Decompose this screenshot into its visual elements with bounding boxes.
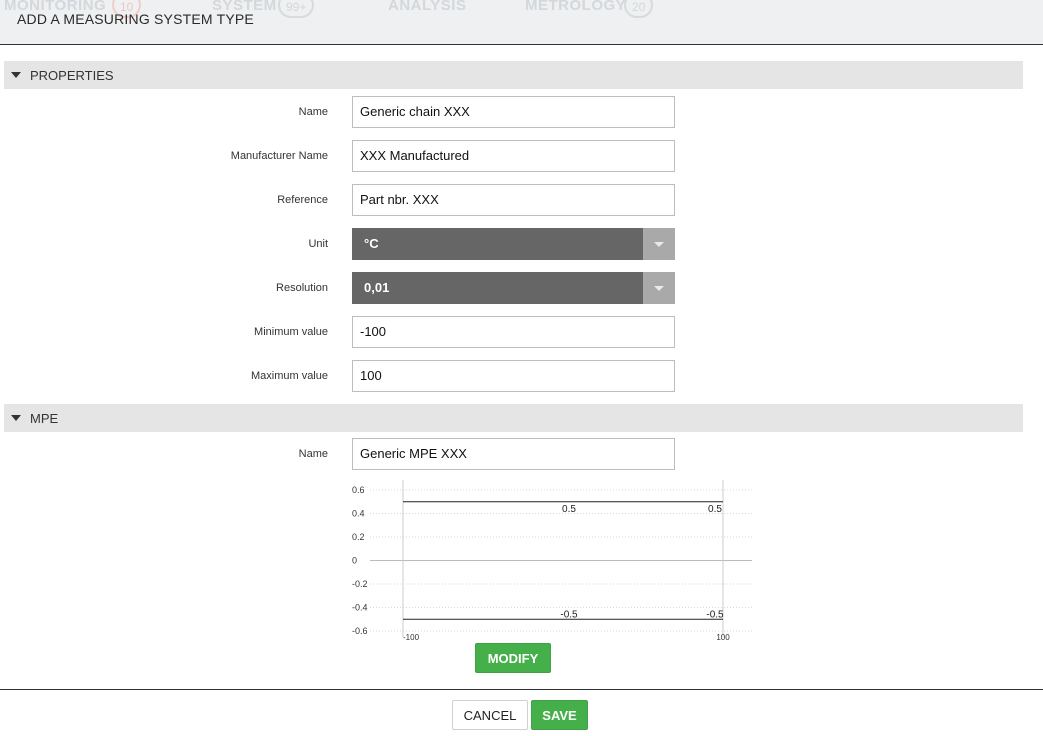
manufacturer-label: Manufacturer Name — [230, 150, 328, 162]
mpe-chart-svg: 0.6 0.4 0.2 0 -0.2 -0.4 -0.6 -100 100 0.5 0.5 -0.5 -… — [352, 480, 752, 642]
maximum-row: Maximum value 100 — [0, 360, 1043, 392]
resolution-select[interactable]: 0,01 — [352, 272, 675, 304]
y-tick-label: 0.4 — [352, 509, 365, 519]
reference-label: Reference — [277, 194, 328, 206]
data-label: -0.5 — [560, 609, 578, 620]
data-label: 0.5 — [562, 504, 576, 515]
bg-nav-system-badge: 99+ — [278, 0, 315, 18]
maximum-input[interactable]: 100 — [352, 360, 675, 392]
data-label: -0.5 — [706, 609, 724, 620]
unit-select[interactable]: °C — [352, 228, 675, 260]
minimum-label: Minimum value — [254, 326, 328, 338]
y-tick-label: -0.6 — [352, 626, 368, 636]
resolution-label: Resolution — [276, 282, 328, 294]
resolution-row: Resolution 0,01 — [0, 272, 1043, 304]
unit-select-value: °C — [364, 236, 379, 251]
footer-divider — [0, 689, 1043, 690]
caret-down-icon — [11, 415, 21, 421]
chevron-down-icon[interactable] — [643, 272, 675, 304]
name-label: Name — [298, 106, 328, 118]
bg-nav-analysis: ANALYSIS — [388, 0, 467, 14]
reference-row: Reference Part nbr. XXX — [0, 184, 1043, 216]
mpe-section-header[interactable]: MPE — [4, 404, 1023, 432]
manufacturer-row: Manufacturer Name XXX Manufactured — [0, 140, 1043, 172]
y-tick-label: -0.2 — [352, 579, 368, 589]
save-button[interactable]: SAVE — [531, 700, 588, 730]
bg-nav-metrology-badge: 20 — [624, 0, 654, 18]
unit-row: Unit °C — [0, 228, 1043, 260]
minimum-row: Minimum value -100 — [0, 316, 1043, 348]
mpe-name-input[interactable]: Generic MPE XXX — [352, 438, 675, 470]
properties-section-label: PROPERTIES — [30, 67, 114, 83]
maximum-label: Maximum value — [250, 370, 328, 382]
caret-down-icon — [11, 72, 21, 78]
title-divider — [0, 44, 1043, 45]
x-tick-label: 100 — [716, 633, 730, 642]
y-tick-label: 0 — [352, 556, 357, 566]
data-label: 0.5 — [708, 504, 722, 515]
unit-label: Unit — [308, 238, 328, 250]
resolution-select-value: 0,01 — [364, 280, 390, 295]
cancel-button[interactable]: CANCEL — [452, 700, 528, 730]
y-tick-label: 0.2 — [352, 532, 365, 542]
mpe-name-row: Name Generic MPE XXX — [0, 438, 1043, 470]
minimum-input[interactable]: -100 — [352, 316, 675, 348]
mpe-name-label: Name — [298, 448, 328, 460]
manufacturer-input[interactable]: XXX Manufactured — [352, 140, 675, 172]
name-input[interactable]: Generic chain XXX — [352, 96, 675, 128]
y-tick-label: -0.4 — [352, 603, 368, 613]
name-row: Name Generic chain XXX — [0, 96, 1043, 128]
modify-button[interactable]: MODIFY — [475, 643, 551, 673]
mpe-section-label: MPE — [30, 410, 59, 426]
reference-input[interactable]: Part nbr. XXX — [352, 184, 675, 216]
bg-nav-metrology: METROLOGY — [525, 0, 627, 14]
mpe-chart: 0.6 0.4 0.2 0 -0.2 -0.4 -0.6 -100 100 0.5 0.5 -0.5 -… — [340, 478, 760, 648]
y-tick-label: 0.6 — [352, 485, 365, 495]
x-tick-label: -100 — [403, 633, 420, 642]
modal-title: ADD A MEASURING SYSTEM TYPE — [17, 11, 254, 27]
chevron-down-icon[interactable] — [643, 228, 675, 260]
properties-section-header[interactable]: PROPERTIES — [4, 61, 1023, 89]
